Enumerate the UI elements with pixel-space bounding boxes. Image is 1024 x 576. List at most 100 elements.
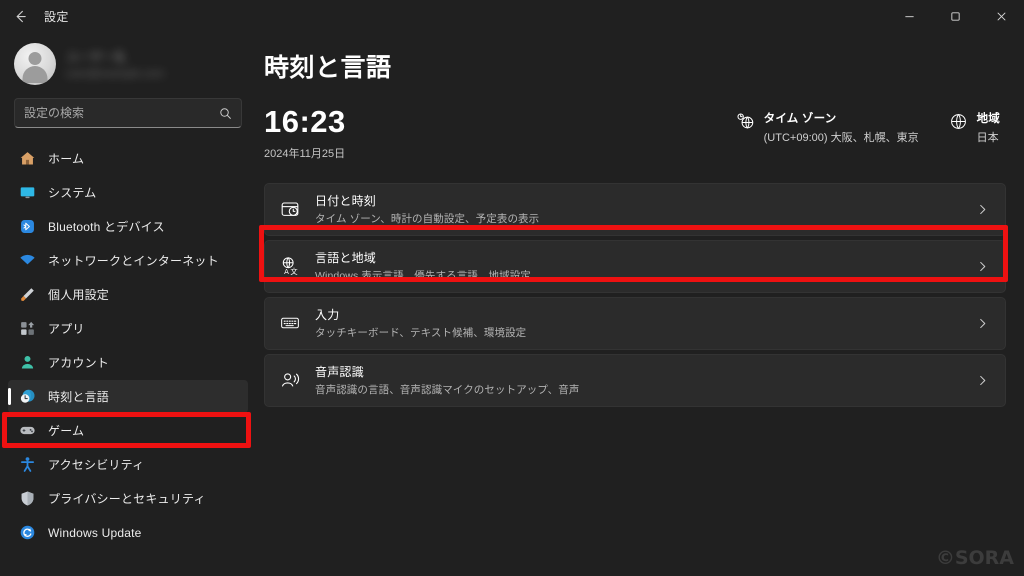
paintbrush-icon [18,286,36,304]
minimize-button[interactable] [886,0,932,32]
current-date: 2024年11月25日 [264,147,346,160]
svg-text:A: A [284,268,289,276]
maximize-button[interactable] [932,0,978,32]
sidebar-item-accounts[interactable]: アカウント [8,346,248,379]
sidebar-nav: ホーム システム Bluetooth とデバイス ネットワークとインターネット … [8,140,248,549]
update-icon [18,524,36,542]
card-subtitle: タッチキーボード、テキスト候補、環境設定 [315,327,527,340]
sidebar-item-system[interactable]: システム [8,176,248,209]
clock-block: 16:23 2024年11月25日 [264,104,444,161]
sidebar-item-label: プライバシーとセキュリティ [48,492,206,506]
region-value: 日本 [976,132,999,144]
monitor-icon [18,184,36,202]
home-icon [18,150,36,168]
title-bar: 設定 [0,0,1024,32]
card-title: 音声認識 [315,365,364,380]
sidebar-item-label: 時刻と言語 [48,390,110,404]
sidebar-item-home[interactable]: ホーム [8,142,248,175]
search-icon [219,107,232,120]
gamepad-icon [18,422,36,440]
account-name: ユーザー名 [66,50,126,64]
sidebar-item-label: アクセシビリティ [48,458,145,472]
card-date-and-time[interactable]: 日付と時刻 タイム ゾーン、時計の自動設定、予定表の表示 [264,182,1006,236]
sidebar-item-bluetooth[interactable]: Bluetooth とデバイス [8,210,248,243]
sidebar-item-windows-update[interactable]: Windows Update [8,516,248,549]
settings-card-list: 日付と時刻 タイム ゾーン、時計の自動設定、予定表の表示 A 文 言語と地域 W… [264,182,1006,407]
keyboard-icon [279,312,301,334]
card-subtitle: タイム ゾーン、時計の自動設定、予定表の表示 [315,213,540,226]
sidebar-item-network[interactable]: ネットワークとインターネット [8,244,248,277]
window-title: 設定 [44,9,69,24]
person-icon [18,354,36,372]
chevron-right-icon [976,203,989,216]
card-speech[interactable]: 音声認識 音声認識の言語、音声認識マイクのセットアップ、音声 [264,353,1006,407]
sidebar-item-gaming[interactable]: ゲーム [8,414,248,447]
timezone-value: (UTC+09:00) 大阪、札幌、東京 [763,132,919,144]
shield-icon [18,490,36,508]
card-language-and-region[interactable]: A 文 言語と地域 Windows 表示言語、優先する言語、地域設定 [264,239,1006,293]
sidebar-item-personalization[interactable]: 個人用設定 [8,278,248,311]
calendar-clock-icon [279,198,301,220]
wifi-icon [18,252,36,270]
sidebar-item-apps[interactable]: アプリ [8,312,248,345]
svg-text:文: 文 [290,267,297,276]
card-title: 入力 [315,308,340,323]
clock-summary-row: 16:23 2024年11月25日 タイム ゾーン (UTC+09:00) 大阪… [264,104,1006,161]
sidebar-item-label: Windows Update [48,525,142,540]
speech-recognition-icon [279,369,301,391]
search-input[interactable] [24,106,219,120]
sidebar-item-accessibility[interactable]: アクセシビリティ [8,448,248,481]
summary-info-group: タイム ゾーン (UTC+09:00) 大阪、札幌、東京 地域 日本 [736,106,1000,145]
clock-globe-icon [18,388,36,406]
page-title: 時刻と言語 [264,54,392,82]
close-button[interactable] [978,0,1024,32]
window-controls [886,0,1024,32]
sidebar-item-label: ホーム [48,152,85,166]
current-time: 16:23 [264,104,346,139]
sidebar-item-time-language[interactable]: 時刻と言語 [8,380,248,413]
sidebar-item-label: Bluetooth とデバイス [48,220,165,234]
sidebar: ユーザー名 user@example.com 設定の検索 ホーム システム Bl… [0,32,256,576]
card-text: 音声認識 音声認識の言語、音声認識マイクのセットアップ、音声 [315,363,579,397]
sidebar-item-label: ネットワークとインターネット [48,254,219,268]
window-body: ユーザー名 user@example.com 設定の検索 ホーム システム Bl… [0,32,1024,576]
sidebar-item-label: アプリ [48,322,85,336]
arrow-left-icon [16,10,26,22]
minimize-icon [904,15,914,17]
apps-grid-icon [18,320,36,338]
card-subtitle: 音声認識の言語、音声認識マイクのセットアップ、音声 [315,384,580,397]
card-title: 日付と時刻 [315,194,377,209]
sidebar-item-label: 個人用設定 [48,288,110,302]
region-label: 地域 [976,113,1000,125]
sidebar-item-privacy[interactable]: プライバシーとセキュリティ [8,482,248,515]
card-text: 言語と地域 Windows 表示言語、優先する言語、地域設定 [315,249,531,283]
settings-window: 設定 ユーザー名 user@example.com 設定の検索 ホーム システム… [0,0,1024,576]
region-summary: 地域 日本 [949,110,1000,145]
card-text: 入力 タッチキーボード、テキスト候補、環境設定 [315,306,526,340]
globe-icon [949,110,968,131]
language-globe-icon: A 文 [279,255,301,277]
timezone-text: タイム ゾーン (UTC+09:00) 大阪、札幌、東京 [764,110,919,145]
account-header[interactable]: ユーザー名 user@example.com [8,32,248,94]
search-box[interactable] [14,98,242,128]
sidebar-item-label: アカウント [48,356,110,370]
watermark: ©SORA [935,547,1014,569]
card-subtitle: Windows 表示言語、優先する言語、地域設定 [315,270,531,283]
card-text: 日付と時刻 タイム ゾーン、時計の自動設定、予定表の表示 [315,192,539,226]
avatar [14,43,56,85]
account-text: ユーザー名 user@example.com [66,48,164,80]
bluetooth-icon [18,218,36,236]
card-title: 言語と地域 [315,251,377,266]
chevron-right-icon [976,374,989,387]
timezone-globe-icon [736,110,755,131]
timezone-summary: タイム ゾーン (UTC+09:00) 大阪、札幌、東京 [736,110,919,145]
region-text: 地域 日本 [977,110,1000,145]
card-typing[interactable]: 入力 タッチキーボード、テキスト候補、環境設定 [264,296,1006,350]
sidebar-item-label: ゲーム [48,424,85,438]
chevron-right-icon [976,260,989,273]
account-email: user@example.com [66,68,164,80]
timezone-label: タイム ゾーン [763,113,837,125]
back-button[interactable] [0,0,40,32]
chevron-right-icon [976,317,989,330]
main-content: 時刻と言語 16:23 2024年11月25日 タイム ゾーン (UTC+09:… [256,32,1024,576]
